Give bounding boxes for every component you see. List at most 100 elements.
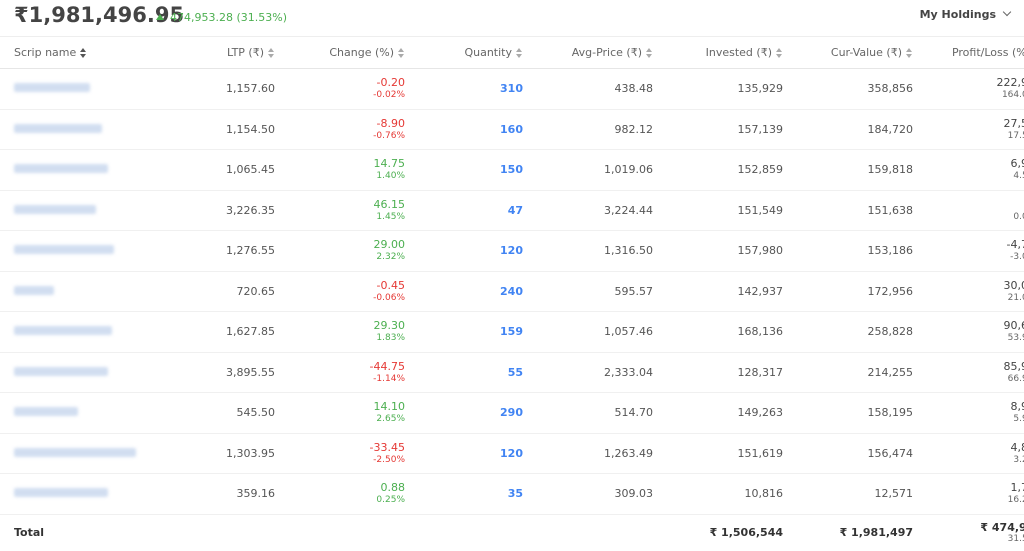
scrip-name-cell[interactable] <box>0 433 150 474</box>
scrip-name-cell[interactable] <box>0 311 150 353</box>
profit-loss-cell: 900.06% <box>927 190 1024 231</box>
scrip-name-cell[interactable] <box>0 149 150 191</box>
invested-cell: 142,937 <box>667 271 797 312</box>
total-empty <box>150 513 289 551</box>
table-row[interactable]: 1,157.60 -0.20 -0.02% 310 438.48 135,929 358,8… <box>0 68 1024 110</box>
invested-cell: 10,816 <box>667 473 797 515</box>
scrip-name-cell[interactable] <box>0 190 150 231</box>
scrip-name-cell[interactable] <box>0 230 150 272</box>
ltp-cell: 359.16 <box>150 473 289 515</box>
column-header-quantity[interactable]: Quantity <box>419 36 537 69</box>
profit-loss-percent: 53.94% <box>1007 333 1024 344</box>
change-percent: 1.83% <box>376 333 405 344</box>
total-label: Total <box>0 513 150 551</box>
column-header-label: Avg-Price (₹) <box>571 45 642 59</box>
quantity-value: 160 <box>500 122 523 136</box>
quantity-cell[interactable]: 159 <box>419 311 537 353</box>
table-row[interactable]: 545.50 14.10 2.65% 290 514.70 149,263 158,195 8… <box>0 392 1024 434</box>
change-cell: -0.45 -0.06% <box>289 271 419 312</box>
table-row[interactable]: 1,303.95 -33.45 -2.50% 120 1,263.49 151,619 15… <box>0 433 1024 474</box>
scrip-name-cell[interactable] <box>0 68 150 110</box>
total-empty <box>537 513 667 551</box>
quantity-cell[interactable]: 35 <box>419 473 537 515</box>
profit-loss-percent: 164.00% <box>1001 90 1024 101</box>
table-row[interactable]: 3,895.55 -44.75 -1.14% 55 2,333.04 128,317 214… <box>0 352 1024 393</box>
scrip-name-cell[interactable] <box>0 392 150 434</box>
holdings-dropdown[interactable]: My Holdings <box>920 7 1012 21</box>
table-row[interactable]: 1,627.85 29.30 1.83% 159 1,057.46 168,136 258,… <box>0 311 1024 353</box>
profit-loss-value: 90,692 <box>1003 319 1024 333</box>
quantity-cell[interactable]: 290 <box>419 392 537 434</box>
total-pl-percent: 31.53% <box>1007 533 1024 544</box>
profit-loss-value: 90 <box>941 198 1024 212</box>
table-row[interactable]: 720.65 -0.45 -0.06% 240 595.57 142,937 172,956… <box>0 271 1024 312</box>
profit-loss-value: 30,019 <box>1003 278 1024 292</box>
profit-loss-cell: 27,58117.55% <box>927 109 1024 150</box>
scrip-name-cell[interactable] <box>0 473 150 515</box>
ltp-cell: 1,065.45 <box>150 149 289 191</box>
column-header-profit-loss[interactable]: Profit/Loss (%) <box>927 36 1024 69</box>
column-header-label: Change (%) <box>329 45 394 59</box>
up-arrow-icon <box>156 14 164 20</box>
scrip-name-cell[interactable] <box>0 109 150 150</box>
change-value: -8.90 <box>376 116 405 130</box>
sort-icon[interactable] <box>268 47 275 58</box>
avg-price-cell: 438.48 <box>537 68 667 110</box>
holdings-table: Scrip name LTP (₹) Change (%) Quantity Avg-P… <box>0 36 1024 551</box>
quantity-cell[interactable]: 120 <box>419 433 537 474</box>
change-percent: -0.02% <box>373 90 405 101</box>
ltp-cell: 545.50 <box>150 392 289 434</box>
table-row[interactable]: 3,226.35 46.15 1.45% 47 3,224.44 151,549 151,6… <box>0 190 1024 231</box>
quantity-cell[interactable]: 240 <box>419 271 537 312</box>
change-percent: 1.45% <box>376 211 405 222</box>
cur-value-cell: 12,571 <box>797 473 927 515</box>
quantity-cell[interactable]: 55 <box>419 352 537 393</box>
table-row[interactable]: 1,065.45 14.75 1.40% 150 1,019.06 152,859 159,… <box>0 149 1024 191</box>
quantity-cell[interactable]: 47 <box>419 190 537 231</box>
scrip-name-cell[interactable] <box>0 271 150 312</box>
invested-cell: 152,859 <box>667 149 797 191</box>
profit-loss-percent: 0.06% <box>1013 211 1024 222</box>
change-cell: -33.45 -2.50% <box>289 433 419 474</box>
quantity-value: 35 <box>507 487 523 501</box>
quantity-cell[interactable]: 150 <box>419 149 537 191</box>
portfolio-summary-bar: ₹1,981,496.95 474,953.28 (31.53%) My Hol… <box>0 0 1024 37</box>
profit-loss-cell: 90,69253.94% <box>927 311 1024 353</box>
change-cell: -44.75 -1.14% <box>289 352 419 393</box>
table-row[interactable]: 359.160.880.25%35309.0310,81612,5711,755… <box>0 473 1024 515</box>
total-empty <box>419 513 537 551</box>
profit-loss-percent: 3.20% <box>1013 454 1024 465</box>
sort-icon[interactable] <box>906 47 913 58</box>
sort-icon[interactable] <box>646 47 653 58</box>
column-header-label: Invested (₹) <box>705 45 772 59</box>
quantity-cell[interactable]: 310 <box>419 68 537 110</box>
column-header-change[interactable]: Change (%) <box>289 36 419 69</box>
column-header-invested[interactable]: Invested (₹) <box>667 36 797 69</box>
table-row[interactable]: 1,154.50 -8.90 -0.76% 160 982.12 157,139 184,7… <box>0 109 1024 150</box>
change-cell: 29.30 1.83% <box>289 311 419 353</box>
sort-icon[interactable] <box>398 47 405 58</box>
column-header-ltp[interactable]: LTP (₹) <box>150 36 289 69</box>
avg-price-cell: 3,224.44 <box>537 190 667 231</box>
profit-loss-value: 6,959 <box>1010 157 1024 171</box>
quantity-cell[interactable]: 120 <box>419 230 537 272</box>
avg-price-cell: 982.12 <box>537 109 667 150</box>
sort-icon[interactable] <box>776 47 783 58</box>
sort-icon[interactable] <box>516 47 523 58</box>
column-header-cur-value[interactable]: Cur-Value (₹) <box>797 36 927 69</box>
profit-loss-cell: -4,794-3.03% <box>927 230 1024 272</box>
avg-price-cell: 2,333.04 <box>537 352 667 393</box>
avg-price-cell: 595.57 <box>537 271 667 312</box>
column-header-avg-price[interactable]: Avg-Price (₹) <box>537 36 667 69</box>
quantity-cell[interactable]: 160 <box>419 109 537 150</box>
scrip-name-cell[interactable] <box>0 352 150 393</box>
column-header-scrip-name[interactable]: Scrip name <box>0 36 150 69</box>
sort-icon[interactable] <box>80 47 87 58</box>
profit-loss-percent: 4.55% <box>1013 171 1024 182</box>
avg-price-cell: 1,263.49 <box>537 433 667 474</box>
cur-value-cell: 358,856 <box>797 68 927 110</box>
ltp-cell: 3,895.55 <box>150 352 289 393</box>
table-row[interactable]: 1,276.55 29.00 2.32% 120 1,316.50 157,980 153,… <box>0 230 1024 272</box>
column-header-label: Cur-Value (₹) <box>830 45 902 59</box>
profit-loss-percent: 5.98% <box>1013 414 1024 425</box>
